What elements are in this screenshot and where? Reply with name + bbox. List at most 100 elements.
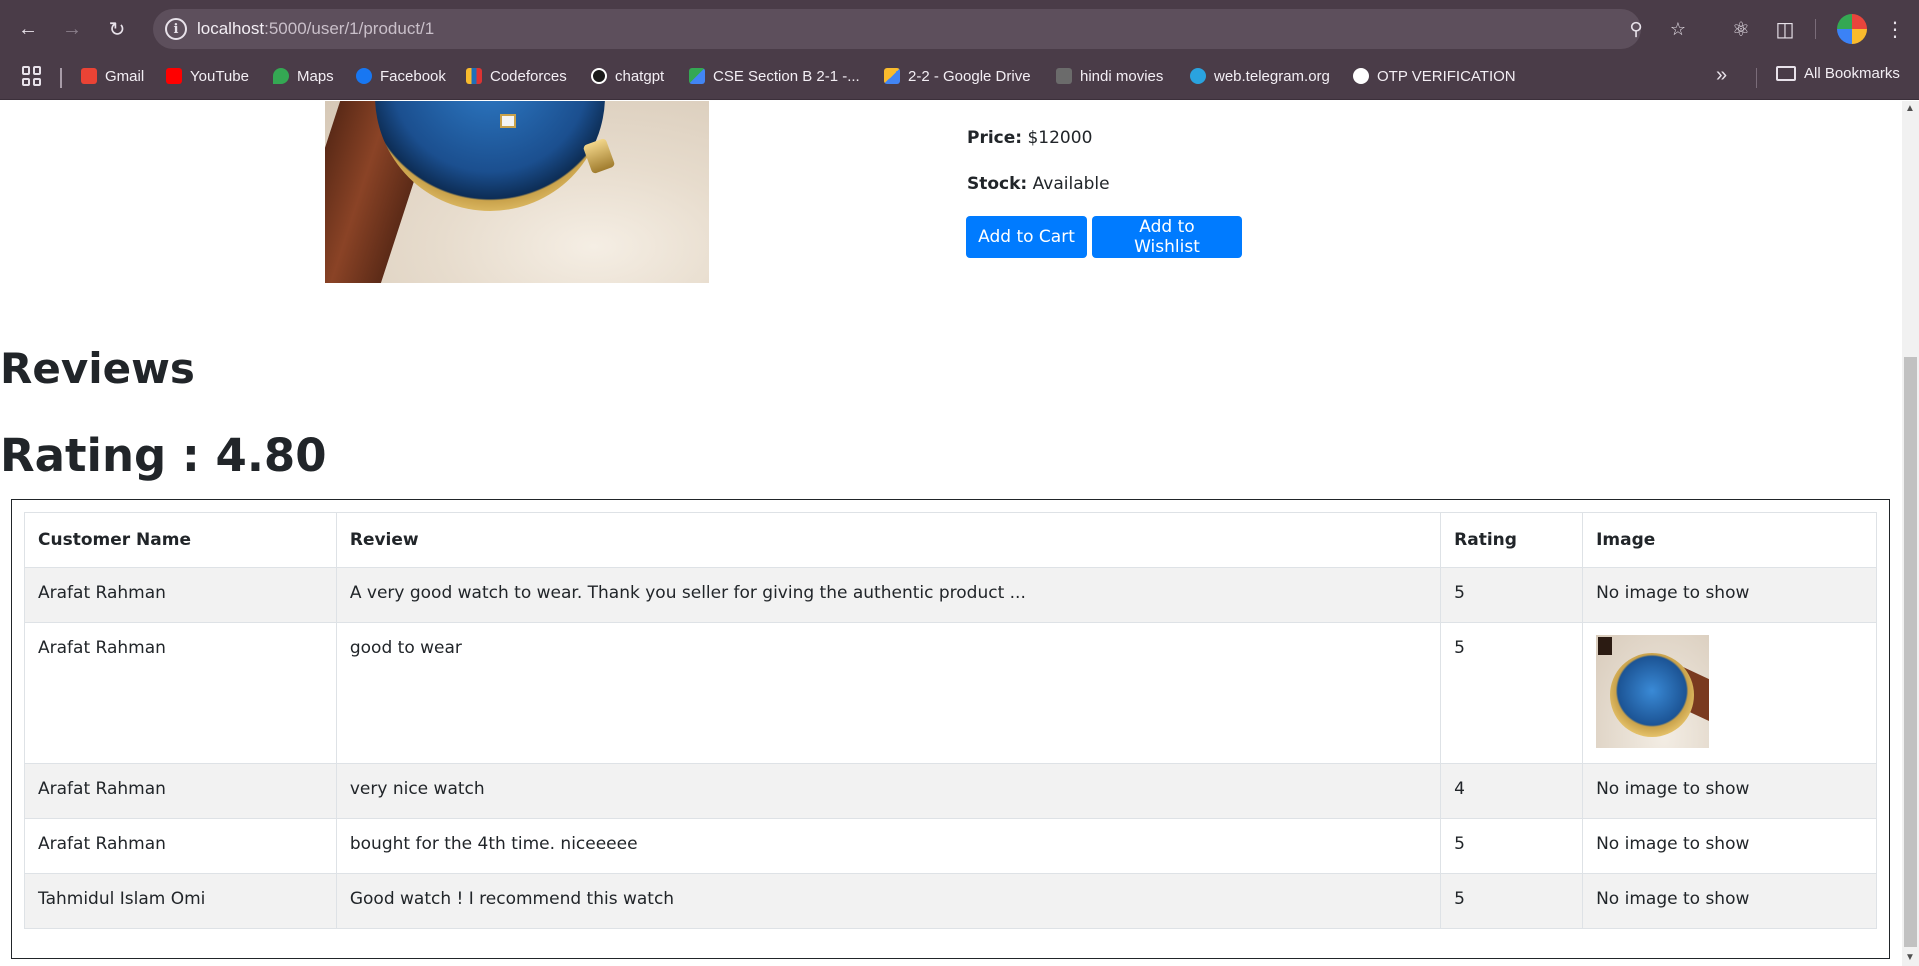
scroll-down-arrow-icon[interactable]: ▼ (1905, 952, 1915, 963)
menu-kebab-icon[interactable]: ⋮ (1880, 14, 1910, 44)
facebook-icon (356, 68, 372, 84)
all-bookmarks-button[interactable]: All Bookmarks (1776, 65, 1900, 82)
bookmark-label: YouTube (190, 67, 249, 85)
table-row: Arafat Rahman very nice watch 4 No image… (24, 763, 1877, 819)
apps-grid-icon[interactable] (22, 66, 42, 86)
table-row: Tahmidul Islam Omi Good watch ! I recomm… (24, 873, 1877, 929)
url-host: localhost (197, 19, 265, 38)
review-image-thumbnail[interactable] (1596, 635, 1710, 748)
bookmarks-separator (1756, 68, 1757, 88)
folder-icon (1776, 66, 1796, 81)
review-cell: A very good watch to wear. Thank you sel… (335, 567, 1442, 623)
address-bar[interactable]: i localhost:5000/user/1/product/1 ⚲ ☆ (153, 9, 1686, 49)
bookmarks-separator (60, 68, 62, 88)
zoom-icon[interactable]: ⚲ (1624, 17, 1648, 41)
review-cell: bought for the 4th time. niceeeee (335, 818, 1442, 874)
url-text[interactable]: localhost:5000/user/1/product/1 (197, 19, 434, 39)
column-header-rating: Rating (1440, 512, 1584, 568)
all-bookmarks-label: All Bookmarks (1804, 65, 1900, 82)
chatgpt-icon (591, 68, 607, 84)
average-rating: Rating : 4.80 (0, 429, 327, 482)
customer-name-cell: Arafat Rahman (24, 763, 337, 819)
bookmark-star-icon[interactable]: ☆ (1666, 17, 1690, 41)
stock-value: Available (1032, 174, 1110, 194)
goku-icon (1056, 68, 1072, 84)
extensions-icon[interactable]: ◫ (1770, 14, 1800, 44)
price-value: $12000 (1027, 128, 1093, 148)
add-to-cart-button[interactable]: Add to Cart (966, 216, 1087, 258)
image-cell: No image to show (1582, 763, 1877, 819)
profile-avatar[interactable] (1837, 14, 1867, 44)
customer-name-cell: Tahmidul Islam Omi (24, 873, 337, 929)
toolbar-divider (1815, 19, 1816, 39)
column-header-image: Image (1582, 512, 1877, 568)
bookmark-label: hindi movies (1080, 67, 1164, 85)
reviews-table: Customer Name Review Rating Image Arafat… (24, 512, 1877, 929)
google-drive-icon (689, 68, 705, 84)
bookmark-gmail[interactable]: Gmail (81, 62, 144, 90)
forward-icon[interactable]: → (56, 13, 88, 45)
customer-name-cell: Arafat Rahman (24, 567, 337, 623)
page-viewport: Price: $12000 Stock: Available Add to Ca… (0, 101, 1902, 966)
bookmark-label: Facebook (380, 67, 446, 85)
bookmark-otp-verification[interactable]: OTP VERIFICATION (1353, 62, 1516, 90)
bookmark-label: Maps (297, 67, 334, 85)
brand-logo (1598, 637, 1613, 655)
column-header-customer-name: Customer Name (24, 512, 337, 568)
bookmark-codeforces[interactable]: Codeforces (466, 62, 567, 90)
bookmark-label: web.telegram.org (1214, 67, 1330, 85)
browser-toolbar: ← → ↻ i localhost:5000/user/1/product/1 … (0, 0, 1919, 58)
watch-face (1610, 653, 1695, 737)
youtube-icon (166, 68, 182, 84)
bookmark-telegram[interactable]: web.telegram.org (1190, 62, 1330, 90)
telegram-icon (1190, 68, 1206, 84)
watch-crown (582, 137, 616, 175)
bookmark-maps[interactable]: Maps (273, 62, 334, 90)
column-header-review: Review (335, 512, 1442, 568)
product-stock: Stock: Available (967, 174, 1110, 194)
reload-icon[interactable]: ↻ (101, 13, 133, 45)
product-image (325, 101, 709, 283)
bookmark-facebook[interactable]: Facebook (356, 62, 446, 90)
review-cell: good to wear (335, 622, 1442, 764)
back-icon[interactable]: ← (12, 13, 44, 45)
bookmarks-overflow-icon[interactable]: » (1716, 64, 1727, 87)
reviews-heading: Reviews (0, 344, 195, 393)
table-row: Arafat Rahman bought for the 4th time. n… (24, 818, 1877, 874)
github-icon (1353, 68, 1369, 84)
product-price: Price: $12000 (967, 128, 1092, 148)
rating-cell: 5 (1440, 818, 1584, 874)
image-cell: No image to show (1582, 567, 1877, 623)
rating-cell: 4 (1440, 763, 1584, 819)
bookmark-hindi-movies[interactable]: hindi movies (1056, 62, 1163, 90)
bookmark-label: Gmail (105, 67, 145, 85)
url-path: :5000/user/1/product/1 (264, 19, 435, 38)
google-drive-icon (884, 68, 900, 84)
site-info-icon[interactable]: i (165, 18, 187, 40)
bookmark-label: CSE Section B 2-1 -... (713, 67, 860, 85)
image-cell (1582, 622, 1877, 764)
rating-cell: 5 (1440, 567, 1584, 623)
bookmark-google-drive[interactable]: 2-2 - Google Drive (884, 62, 1031, 90)
customer-name-cell: Arafat Rahman (24, 622, 337, 764)
review-cell: very nice watch (335, 763, 1442, 819)
add-to-wishlist-button[interactable]: Add to Wishlist (1092, 216, 1242, 258)
table-header-row: Customer Name Review Rating Image (24, 512, 1877, 568)
bookmark-cse-section[interactable]: CSE Section B 2-1 -... (689, 62, 860, 90)
price-label: Price: (967, 128, 1023, 148)
review-cell: Good watch ! I recommend this watch (335, 873, 1442, 929)
bookmark-label: Codeforces (490, 67, 567, 85)
bookmark-youtube[interactable]: YouTube (166, 62, 249, 90)
rating-cell: 5 (1440, 873, 1584, 929)
stock-label: Stock: (967, 174, 1028, 194)
reviews-table-container: Customer Name Review Rating Image Arafat… (11, 499, 1890, 959)
bookmark-label: OTP VERIFICATION (1377, 67, 1516, 85)
react-devtools-icon[interactable]: ⚛ (1726, 14, 1756, 44)
rating-cell: 5 (1440, 622, 1584, 764)
scrollbar-thumb[interactable] (1904, 357, 1917, 947)
gmail-icon (81, 68, 97, 84)
bookmark-chatgpt[interactable]: chatgpt (591, 62, 664, 90)
image-cell: No image to show (1582, 873, 1877, 929)
codeforces-icon (466, 68, 482, 84)
scroll-up-arrow-icon[interactable]: ▲ (1905, 103, 1915, 114)
